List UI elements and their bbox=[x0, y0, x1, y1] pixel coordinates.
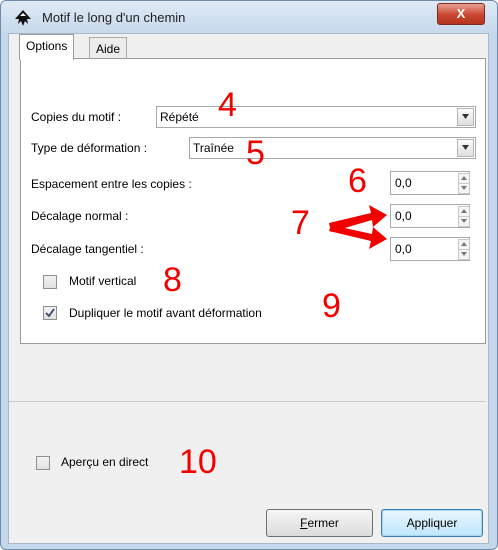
normal-offset-spinbox[interactable]: 0,0 bbox=[390, 204, 470, 228]
spacing-spinbox[interactable]: 0,0 bbox=[390, 171, 470, 195]
duplicate-label: Dupliquer le motif avant déformation bbox=[69, 306, 262, 320]
spacing-value: 0,0 bbox=[395, 176, 412, 190]
annotation-4: 4 bbox=[218, 86, 237, 124]
tangential-offset-value: 0,0 bbox=[395, 242, 412, 256]
dropdown-arrow-icon[interactable] bbox=[457, 139, 474, 157]
apply-button-label: Appliquer bbox=[406, 516, 458, 530]
tangential-offset-spinbox[interactable]: 0,0 bbox=[390, 237, 470, 261]
annotation-5: 5 bbox=[246, 134, 265, 172]
annotation-6: 6 bbox=[348, 162, 367, 200]
deformation-label: Type de déformation : bbox=[31, 141, 148, 155]
close-icon: X bbox=[456, 6, 466, 21]
spin-down-icon[interactable] bbox=[458, 183, 470, 194]
tab-options-label: Options bbox=[26, 39, 68, 53]
inkscape-icon bbox=[15, 10, 31, 26]
deformation-value: Traînée bbox=[193, 141, 234, 155]
normal-offset-value: 0,0 bbox=[395, 209, 412, 223]
close-button[interactable]: X bbox=[437, 3, 485, 25]
preview-checkbox[interactable] bbox=[36, 456, 50, 470]
options-panel bbox=[20, 58, 486, 344]
title-bar[interactable]: Motif le long d'un chemin X bbox=[1, 1, 497, 33]
window-title: Motif le long d'un chemin bbox=[42, 10, 186, 25]
copies-select[interactable]: Répété bbox=[156, 106, 476, 128]
vertical-checkbox[interactable] bbox=[43, 275, 57, 289]
copies-label: Copies du motif : bbox=[31, 110, 122, 124]
tab-options[interactable]: Options bbox=[19, 34, 75, 60]
spin-down-icon[interactable] bbox=[458, 216, 470, 227]
duplicate-checkbox[interactable] bbox=[43, 306, 57, 320]
tangential-offset-label: Décalage tangentiel : bbox=[31, 242, 144, 256]
close-mnemonic: F bbox=[300, 516, 308, 530]
vertical-label: Motif vertical bbox=[69, 274, 137, 288]
dialog-window: Motif le long d'un chemin X Options Aide… bbox=[0, 0, 498, 550]
spin-down-icon[interactable] bbox=[458, 249, 470, 260]
copies-value: Répété bbox=[160, 110, 199, 124]
deformation-select[interactable]: Traînée bbox=[189, 137, 476, 159]
dropdown-arrow-icon[interactable] bbox=[457, 108, 474, 126]
annotation-10: 10 bbox=[179, 443, 217, 481]
preview-label: Aperçu en direct bbox=[61, 455, 149, 469]
close-dialog-button[interactable]: Fermer bbox=[266, 509, 373, 537]
check-icon bbox=[45, 308, 55, 318]
separator bbox=[9, 401, 486, 402]
close-button-label: ermer bbox=[307, 516, 339, 530]
red-arrow-icon bbox=[329, 205, 387, 249]
apply-button[interactable]: Appliquer bbox=[381, 509, 483, 537]
normal-offset-label: Décalage normal : bbox=[31, 209, 129, 223]
annotation-7: 7 bbox=[291, 204, 310, 242]
annotation-8: 8 bbox=[163, 261, 182, 299]
tab-aide[interactable]: Aide bbox=[89, 37, 128, 60]
annotation-9: 9 bbox=[322, 287, 341, 325]
tab-aide-label: Aide bbox=[96, 42, 121, 56]
spacing-label: Espacement entre les copies : bbox=[31, 177, 192, 191]
